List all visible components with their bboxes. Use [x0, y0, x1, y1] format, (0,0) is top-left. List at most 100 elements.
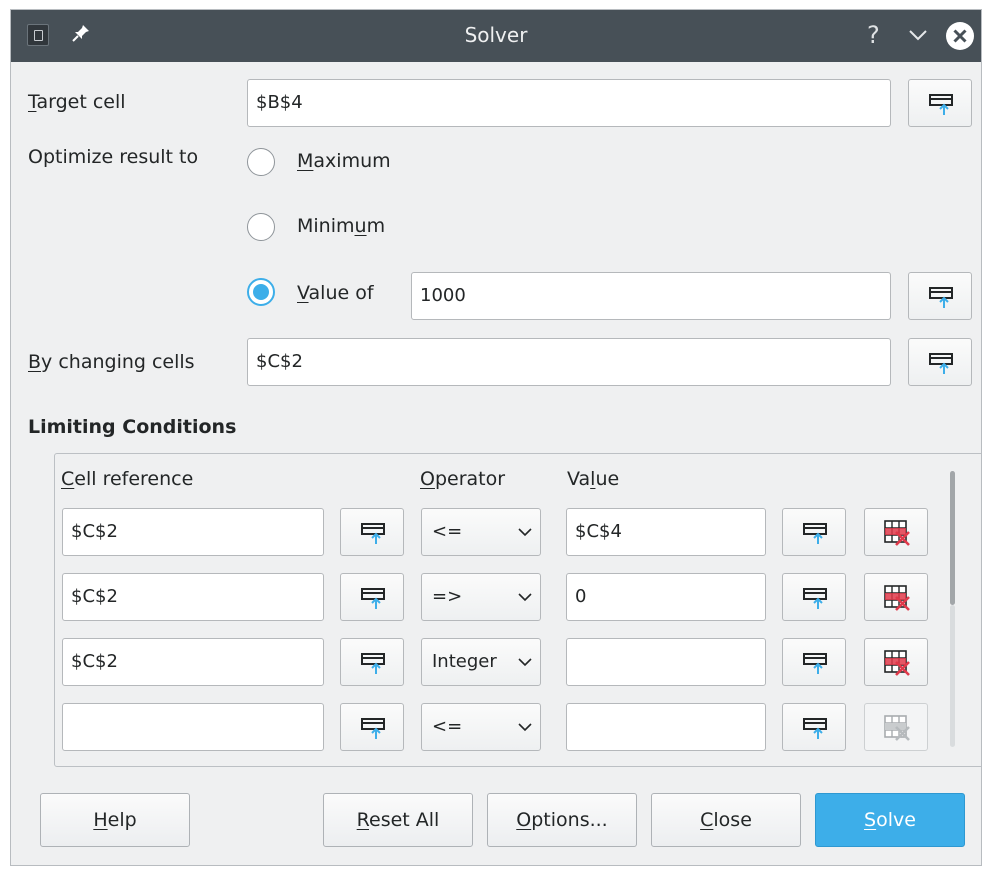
operator-mnemonic: O	[420, 468, 435, 490]
minimum-label-b: m	[366, 215, 386, 237]
shrink-icon	[803, 588, 827, 609]
shrink-icon	[929, 353, 953, 374]
window-title: Solver	[464, 23, 528, 47]
scrollbar-track[interactable]	[950, 605, 955, 747]
cell-reference-header-rest: ell reference	[74, 468, 194, 490]
reset-all-button[interactable]: Reset All	[323, 793, 473, 847]
condition-4-value-input[interactable]	[566, 703, 766, 751]
maximum-radio[interactable]	[247, 148, 275, 176]
delete-row-icon	[884, 520, 910, 546]
delete-row-icon	[884, 715, 910, 741]
chevron-down-icon	[518, 528, 532, 537]
condition-4-operator-select[interactable]: <=	[421, 703, 541, 751]
options-label-rest: ptions...	[531, 809, 608, 831]
condition-4-cell-input[interactable]	[62, 703, 324, 751]
target-cell-label-rest: arget cell	[36, 91, 126, 113]
target-cell-label: Target cell	[28, 91, 126, 113]
condition-2-cell-shrink-button[interactable]	[340, 573, 404, 621]
shrink-icon	[803, 653, 827, 674]
maximum-label-rest: aximum	[313, 150, 391, 172]
condition-1-operator-select[interactable]: <=	[421, 508, 541, 556]
condition-2-delete-button[interactable]	[864, 573, 928, 621]
changing-cells-label-rest: y changing cells	[41, 351, 195, 373]
reset-label-rest: eset All	[369, 809, 440, 831]
condition-4-delete-button[interactable]	[864, 703, 928, 751]
help-icon[interactable]: ?	[867, 20, 880, 50]
condition-3-value-input[interactable]	[566, 638, 766, 686]
close-label-rest: lose	[713, 809, 752, 831]
condition-1-cell-input[interactable]: $C$2	[62, 508, 324, 556]
changing-cells-input[interactable]: $C$2	[247, 338, 891, 386]
shrink-icon	[929, 287, 953, 308]
reset-mnemonic: R	[356, 809, 370, 831]
delete-row-icon	[884, 650, 910, 676]
shrink-icon	[803, 718, 827, 739]
target-cell-input[interactable]: $B$4	[247, 79, 891, 127]
shrink-icon	[361, 718, 385, 739]
value-header-a: Va	[567, 468, 591, 490]
chevron-down-icon	[518, 593, 532, 602]
chevron-down-icon	[518, 658, 532, 667]
condition-1-delete-button[interactable]	[864, 508, 928, 556]
optimize-label: Optimize result to	[28, 146, 199, 168]
shrink-icon	[929, 94, 953, 115]
operator-header: Operator	[420, 468, 505, 490]
minimum-mnemonic: u	[354, 215, 367, 237]
solve-label-rest: olve	[876, 809, 916, 831]
close-button[interactable]: Close	[651, 793, 801, 847]
minimum-radio[interactable]	[247, 213, 275, 241]
condition-3-cell-input[interactable]: $C$2	[62, 638, 324, 686]
help-label-rest: elp	[107, 809, 137, 831]
close-mnemonic: C	[700, 809, 714, 831]
value-of-label-rest: alue of	[308, 282, 374, 304]
condition-1-value-input[interactable]: $C$4	[566, 508, 766, 556]
title-bar: Solver ?	[11, 10, 981, 62]
condition-3-value-shrink-button[interactable]	[782, 638, 846, 686]
condition-3-cell-shrink-button[interactable]	[340, 638, 404, 686]
chevron-down-icon	[518, 723, 532, 732]
scrollbar-handle[interactable]	[950, 471, 955, 605]
limiting-conditions-title: Limiting Conditions	[28, 416, 237, 438]
help-mnemonic: H	[93, 809, 108, 831]
chevron-down-icon[interactable]	[907, 24, 929, 50]
solver-dialog: Solver ? Target cell $B$4 Optimize resul…	[10, 9, 982, 866]
shrink-icon	[361, 588, 385, 609]
value-header: Value	[567, 468, 619, 490]
conditions-scrollbar[interactable]	[947, 471, 957, 747]
condition-3-operator-select[interactable]: Integer	[421, 638, 541, 686]
condition-2-value-input[interactable]: 0	[566, 573, 766, 621]
maximum-label[interactable]: Maximum	[297, 150, 391, 172]
condition-1-operator-value: <=	[432, 521, 463, 542]
value-of-radio[interactable]	[247, 278, 275, 306]
options-mnemonic: O	[516, 809, 532, 831]
condition-4-value-shrink-button[interactable]	[782, 703, 846, 751]
help-button[interactable]: Help	[40, 793, 190, 847]
condition-2-value-shrink-button[interactable]	[782, 573, 846, 621]
value-of-mnemonic: V	[297, 282, 309, 304]
options-button[interactable]: Options...	[487, 793, 637, 847]
solve-mnemonic: S	[864, 809, 877, 831]
condition-2-operator-value: =>	[432, 586, 463, 607]
value-of-shrink-button[interactable]	[908, 272, 972, 320]
minimum-label[interactable]: Minimum	[297, 215, 385, 237]
condition-1-value-shrink-button[interactable]	[782, 508, 846, 556]
shrink-icon	[361, 523, 385, 544]
close-icon[interactable]	[945, 21, 975, 55]
value-of-input[interactable]: 1000	[411, 272, 891, 320]
operator-header-rest: perator	[434, 468, 506, 490]
condition-2-cell-input[interactable]: $C$2	[62, 573, 324, 621]
condition-2-operator-select[interactable]: =>	[421, 573, 541, 621]
changing-cells-label: By changing cells	[28, 351, 195, 373]
condition-1-cell-shrink-button[interactable]	[340, 508, 404, 556]
cell-reference-header: Cell reference	[61, 468, 193, 490]
target-cell-shrink-button[interactable]	[908, 79, 972, 127]
value-header-b: ue	[595, 468, 620, 490]
changing-cells-shrink-button[interactable]	[908, 338, 972, 386]
solve-button[interactable]: Solve	[815, 793, 965, 847]
condition-3-delete-button[interactable]	[864, 638, 928, 686]
value-of-label[interactable]: Value of	[297, 282, 374, 304]
changing-cells-mnemonic: B	[28, 351, 42, 373]
condition-4-operator-value: <=	[432, 716, 463, 737]
delete-row-icon	[884, 585, 910, 611]
condition-4-cell-shrink-button[interactable]	[340, 703, 404, 751]
